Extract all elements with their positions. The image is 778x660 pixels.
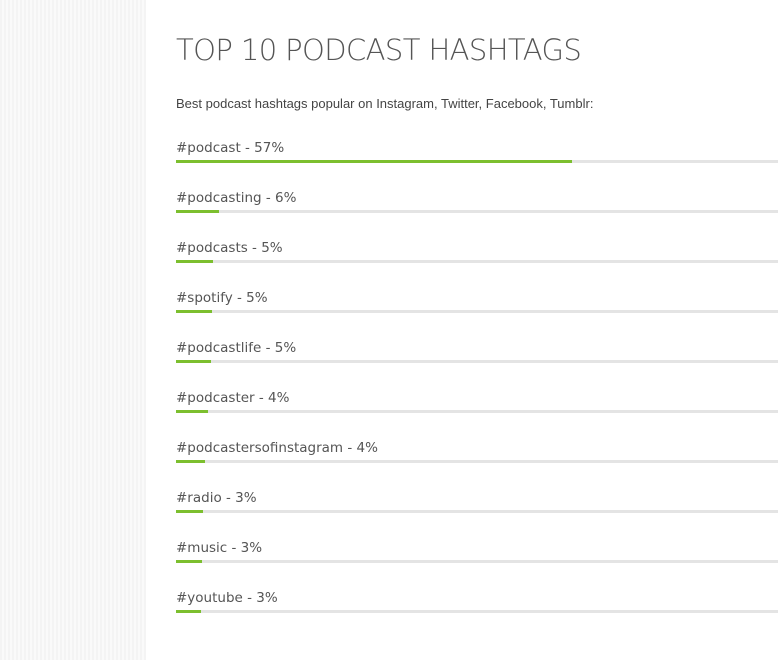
progress-fill xyxy=(176,560,202,563)
progress-fill xyxy=(176,310,213,313)
progress-fill xyxy=(176,510,204,513)
hashtag-label: #podcast - 57% xyxy=(176,140,285,156)
hashtag-item: #podcast - 57% xyxy=(176,139,778,189)
hashtag-label: #podcasting - 6% xyxy=(176,190,297,206)
hashtag-label: #podcastlife - 5% xyxy=(176,340,297,356)
progress-fill xyxy=(176,410,208,413)
hashtag-label: #music - 3% xyxy=(176,540,263,556)
hashtag-item: #music - 3% xyxy=(176,539,778,589)
progress-fill xyxy=(176,460,205,463)
progress-track xyxy=(176,610,778,613)
hashtag-label: #youtube - 3% xyxy=(176,590,278,606)
progress-fill xyxy=(176,260,213,263)
hashtag-item: #podcastlife - 5% xyxy=(176,339,778,389)
page-title: TOP 10 PODCAST HASHTAGS xyxy=(176,33,582,67)
hashtag-list: #podcast - 57% #podcasting - 6% #podcast… xyxy=(176,139,778,639)
progress-track xyxy=(176,410,778,413)
hashtag-label: #podcasts - 5% xyxy=(176,240,283,256)
progress-fill xyxy=(176,210,219,213)
hashtag-item: #podcastersofinstagram - 4% xyxy=(176,439,778,489)
hashtag-label: #podcastersofinstagram - 4% xyxy=(176,440,378,456)
progress-track xyxy=(176,460,778,463)
hashtag-label: #podcaster - 4% xyxy=(176,390,290,406)
hashtag-item: #podcasting - 6% xyxy=(176,189,778,239)
hashtag-item: #spotify - 5% xyxy=(176,289,778,339)
progress-fill xyxy=(176,360,211,363)
progress-track xyxy=(176,160,778,163)
hashtag-label: #spotify - 5% xyxy=(176,290,268,306)
hashtag-item: #radio - 3% xyxy=(176,489,778,539)
progress-fill xyxy=(176,160,573,163)
progress-track xyxy=(176,510,778,513)
hashtag-label: #radio - 3% xyxy=(176,490,257,506)
hashtag-item: #podcasts - 5% xyxy=(176,239,778,289)
page-subtitle: Best podcast hashtags popular on Instagr… xyxy=(176,96,594,111)
progress-track xyxy=(176,310,778,313)
progress-track xyxy=(176,560,778,563)
progress-track xyxy=(176,210,778,213)
progress-track xyxy=(176,260,778,263)
left-sidebar-background xyxy=(0,0,146,660)
progress-fill xyxy=(176,610,201,613)
hashtag-item: #youtube - 3% xyxy=(176,589,778,639)
progress-track xyxy=(176,360,778,363)
hashtag-item: #podcaster - 4% xyxy=(176,389,778,439)
